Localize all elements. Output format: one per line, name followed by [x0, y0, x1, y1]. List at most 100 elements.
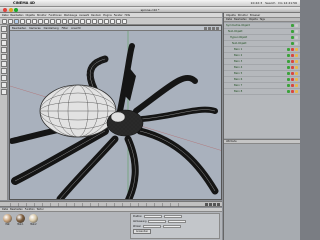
move-icon[interactable] — [20, 19, 25, 24]
pan-icon[interactable] — [204, 26, 207, 30]
record-icon[interactable] — [217, 203, 220, 206]
timeline-ruler[interactable] — [10, 203, 182, 207]
light-icon[interactable] — [122, 19, 127, 24]
menu-help[interactable]: Hilfe — [125, 14, 130, 17]
menu-file[interactable]: Datei — [2, 14, 8, 17]
material-swatch — [16, 214, 25, 223]
polygons-mode-icon[interactable] — [1, 75, 7, 81]
render-view-icon[interactable] — [62, 19, 67, 24]
goto-end-icon[interactable] — [213, 203, 216, 206]
points-mode-icon[interactable] — [1, 61, 7, 67]
list-item[interactable]: Bein 8 — [224, 89, 300, 95]
material-item[interactable]: Mat.1 — [15, 214, 26, 227]
app-window: spinne.c4d * Datei Bearbeiten Objekte St… — [0, 7, 300, 240]
tab-objects[interactable]: Objekte — [226, 14, 236, 17]
om-menu-edit[interactable]: Bearbeiten — [234, 18, 247, 21]
object-name: Symmetrie-Objekt — [226, 24, 250, 27]
menu-objects[interactable]: Objekte — [26, 14, 35, 17]
object-mode-icon[interactable] — [1, 40, 7, 46]
om-menu-objects[interactable]: Objekte — [249, 18, 258, 21]
object-name: Bein 6 — [234, 78, 243, 81]
rotate-icon[interactable] — [32, 19, 37, 24]
render-settings-icon[interactable] — [74, 19, 79, 24]
tab-structure[interactable]: Struktur — [238, 14, 248, 17]
material-item[interactable]: Mat.2 — [28, 214, 39, 227]
x-axis-icon[interactable] — [38, 19, 43, 24]
zoom-view-icon[interactable] — [208, 26, 211, 30]
redo-icon[interactable] — [8, 19, 13, 24]
model-mode-icon[interactable] — [1, 33, 7, 39]
camera-icon[interactable] — [116, 19, 121, 24]
viewport-menu-display[interactable]: Darstellung — [44, 27, 59, 30]
layout-icon[interactable] — [216, 26, 219, 30]
scale-icon[interactable] — [26, 19, 31, 24]
menu-functions[interactable]: Funktionen — [49, 14, 62, 17]
object-name: Bein 5 — [234, 72, 243, 75]
spline-icon[interactable] — [86, 19, 91, 24]
object-name: Bein 1 — [234, 48, 243, 51]
animation-mode-icon[interactable] — [1, 89, 7, 95]
coord-field[interactable] — [148, 219, 167, 224]
select-icon[interactable] — [14, 19, 19, 24]
timeline[interactable] — [0, 201, 222, 207]
undo-icon[interactable] — [2, 19, 7, 24]
materials-menu-edit[interactable]: Bearbeiten — [10, 208, 23, 211]
menu-plugins[interactable]: Plugins — [103, 14, 112, 17]
menu-render[interactable]: Rendern — [91, 14, 101, 17]
coord-label: Position — [133, 215, 142, 218]
coord-label: Abmessung — [133, 220, 147, 223]
world-icon[interactable] — [56, 19, 61, 24]
nurbs-icon[interactable] — [92, 19, 97, 24]
menu-edit[interactable]: Bearbeiten — [10, 14, 23, 17]
material-label: Mat — [5, 223, 10, 226]
goto-start-icon[interactable] — [205, 203, 208, 206]
material-swatch — [29, 214, 38, 223]
tab-browser[interactable]: Browser — [250, 14, 260, 17]
materials-menu-file[interactable]: Datei — [2, 208, 8, 211]
coord-field[interactable] — [143, 214, 162, 219]
zoom-icon[interactable] — [14, 8, 18, 12]
material-item[interactable]: Mat — [2, 214, 13, 227]
menu-window[interactable]: Fenster — [114, 14, 123, 17]
viewport-menu-view[interactable]: Ansicht — [71, 27, 81, 30]
coord-label: Winkel — [133, 225, 141, 228]
materials-menu-texture[interactable]: Textur — [37, 208, 44, 211]
window-title: spinne.c4d * — [140, 8, 160, 12]
apply-button[interactable]: Anwenden — [133, 229, 152, 234]
menu-selection[interactable]: Auswahl — [79, 14, 89, 17]
make-editable-icon[interactable] — [1, 26, 7, 32]
menu-structure[interactable]: Struktur — [37, 14, 47, 17]
app-name[interactable]: CINEMA 4D — [10, 1, 38, 5]
snap-icon[interactable] — [1, 82, 7, 88]
coord-field[interactable] — [163, 214, 182, 219]
materials-menu-function[interactable]: Funktion — [25, 208, 35, 211]
coord-field[interactable] — [162, 224, 181, 229]
scene-icon[interactable] — [110, 19, 115, 24]
om-menu-file[interactable]: Datei — [226, 18, 232, 21]
viewport-menu-filter[interactable]: Filter — [62, 27, 68, 30]
viewport-menu-edit[interactable]: Bearbeiten — [12, 27, 26, 30]
edges-mode-icon[interactable] — [1, 68, 7, 74]
texture-mode-icon[interactable] — [1, 47, 7, 53]
axis-mode-icon[interactable] — [1, 54, 7, 60]
array-icon[interactable] — [98, 19, 103, 24]
material-label: Mat.2 — [30, 223, 37, 226]
coord-field[interactable] — [168, 219, 187, 224]
orbit-icon[interactable] — [212, 26, 215, 30]
close-icon[interactable] — [3, 8, 7, 12]
z-axis-icon[interactable] — [50, 19, 55, 24]
play-icon[interactable] — [209, 203, 212, 206]
bottom-panels: Datei Bearbeiten Funktion Textur Mat Mat… — [0, 208, 222, 240]
minimize-icon[interactable] — [8, 8, 13, 12]
deformer-icon[interactable] — [104, 19, 109, 24]
coord-field[interactable] — [142, 224, 161, 229]
status-2[interactable]: Search — [265, 1, 275, 5]
menu-tools[interactable]: Werkzeuge — [64, 14, 77, 17]
cube-icon[interactable] — [80, 19, 85, 24]
y-axis-icon[interactable] — [44, 19, 49, 24]
render-icon[interactable] — [68, 19, 73, 24]
om-menu-tags[interactable]: Tags — [260, 18, 265, 21]
viewport-menu-cameras[interactable]: Kameras — [29, 27, 40, 30]
3d-viewport[interactable]: Bearbeiten Kameras Darstellung Filter An… — [9, 25, 222, 200]
object-name: Null-Objekt — [232, 42, 247, 45]
